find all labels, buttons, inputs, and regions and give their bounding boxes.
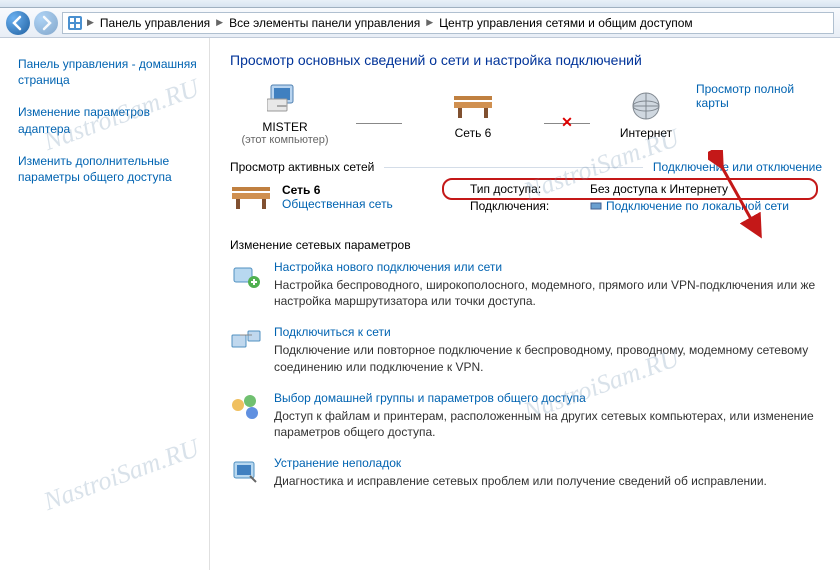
sidebar-link-adapter[interactable]: Изменение параметров адаптера bbox=[18, 104, 197, 136]
breadcrumb[interactable]: ▶ Панель управления ▶ Все элементы панел… bbox=[62, 12, 834, 34]
toolbar: ▶ Панель управления ▶ Все элементы панел… bbox=[0, 8, 840, 38]
task-connect[interactable]: Подключиться к сети Подключение или повт… bbox=[230, 325, 822, 374]
breadcrumb-item[interactable]: Панель управления bbox=[98, 16, 212, 30]
connection-line bbox=[356, 123, 402, 124]
sidebar-link-home[interactable]: Панель управления - домашняя страница bbox=[18, 56, 197, 88]
new-connection-icon bbox=[230, 260, 262, 292]
homegroup-icon bbox=[230, 391, 262, 423]
view-full-map-link[interactable]: Просмотр полной карты bbox=[696, 82, 822, 110]
breadcrumb-item[interactable]: Центр управления сетями и общим доступом bbox=[437, 16, 695, 30]
forward-button[interactable] bbox=[34, 11, 58, 35]
chevron-right-icon: ▶ bbox=[424, 17, 435, 28]
active-network-panel: Сеть 6 Общественная сеть Тип доступа: Бе… bbox=[230, 182, 822, 218]
chevron-right-icon: ▶ bbox=[214, 17, 225, 28]
sidebar: Панель управления - домашняя страница Из… bbox=[0, 38, 210, 570]
main-content: Просмотр основных сведений о сети и наст… bbox=[210, 38, 840, 570]
connections-label: Подключения: bbox=[470, 199, 590, 215]
chevron-right-icon: ▶ bbox=[85, 17, 96, 28]
network-adapter-icon bbox=[590, 200, 602, 212]
computer-icon bbox=[230, 82, 340, 118]
access-type-label: Тип доступа: bbox=[470, 182, 590, 196]
sidebar-link-sharing[interactable]: Изменить дополнительные параметры общего… bbox=[18, 153, 197, 185]
network-map: MISTER (этот компьютер) Сеть 6 Интернет bbox=[230, 82, 822, 146]
task-new-connection[interactable]: Настройка нового подключения или сети На… bbox=[230, 260, 822, 309]
access-type-value: Без доступа к Интернету bbox=[590, 182, 822, 196]
bench-icon bbox=[418, 88, 528, 124]
network-name: Сеть 6 bbox=[282, 183, 393, 197]
control-panel-icon bbox=[67, 15, 83, 31]
back-button[interactable] bbox=[6, 11, 30, 35]
network-type-link[interactable]: Общественная сеть bbox=[282, 197, 393, 211]
breadcrumb-item[interactable]: Все элементы панели управления bbox=[227, 16, 422, 30]
page-title: Просмотр основных сведений о сети и наст… bbox=[230, 52, 822, 68]
node-network[interactable]: Сеть 6 bbox=[418, 88, 528, 140]
connection-link[interactable]: Подключение по локальной сети bbox=[590, 199, 789, 213]
globe-icon bbox=[606, 88, 686, 124]
broken-connection-line bbox=[544, 123, 590, 124]
task-troubleshoot[interactable]: Устранение неполадок Диагностика и испра… bbox=[230, 456, 822, 489]
task-homegroup[interactable]: Выбор домашней группы и параметров общег… bbox=[230, 391, 822, 440]
node-this-computer[interactable]: MISTER (этот компьютер) bbox=[230, 82, 340, 146]
active-networks-header: Просмотр активных сетей Подключение или … bbox=[230, 160, 822, 174]
troubleshoot-icon bbox=[230, 456, 262, 488]
settings-header: Изменение сетевых параметров bbox=[230, 238, 822, 252]
connect-disconnect-link[interactable]: Подключение или отключение bbox=[653, 160, 822, 174]
node-internet[interactable]: Интернет bbox=[606, 88, 686, 140]
connect-icon bbox=[230, 325, 262, 357]
bench-icon bbox=[230, 182, 272, 212]
